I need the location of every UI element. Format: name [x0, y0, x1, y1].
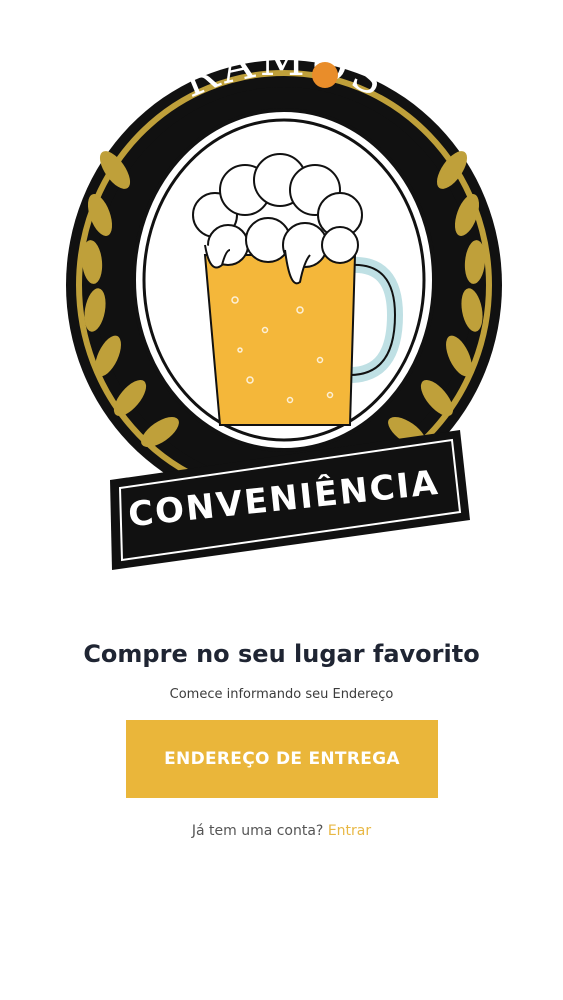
login-link[interactable]: Entrar — [328, 823, 371, 839]
page-title: Compre no seu lugar favorito — [83, 640, 480, 668]
beer-mug-logo-icon: RAMOS CONVENIÊNCIA — [66, 35, 502, 570]
delivery-address-button[interactable]: ENDEREÇO DE ENTREGA — [126, 720, 438, 798]
login-prompt-text: Já tem uma conta? — [191, 823, 324, 839]
brand-logo: RAMOS CONVENIÊNCIA — [0, 0, 563, 600]
login-prompt-row: Já tem uma conta? Entrar — [0, 823, 563, 839]
page-subtitle: Comece informando seu Endereço — [169, 687, 394, 702]
